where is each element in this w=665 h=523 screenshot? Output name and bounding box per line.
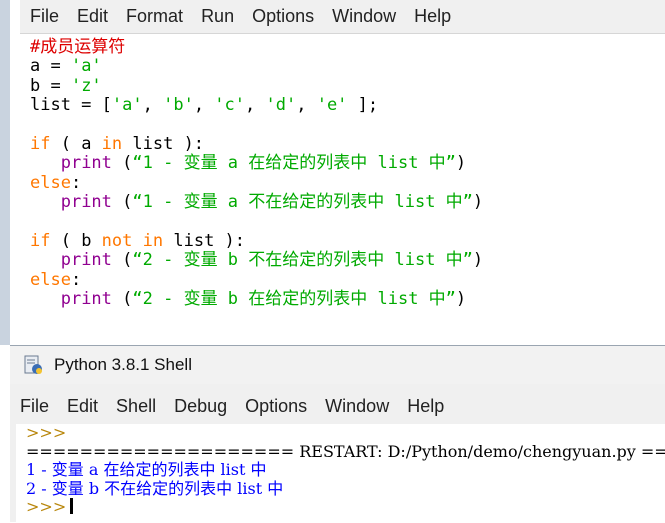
- shell-menu-edit[interactable]: Edit: [67, 396, 98, 417]
- code-punct: ,: [193, 95, 215, 116]
- code-string: “1 - 变量 a 不在给定的列表中 list 中”: [132, 192, 473, 213]
- shell-menu-debug[interactable]: Debug: [174, 396, 227, 417]
- shell-menu-file[interactable]: File: [20, 396, 49, 417]
- code-area[interactable]: #成员运算符 a = 'a' b = 'z' list = ['a', 'b',…: [30, 37, 665, 310]
- menu-file[interactable]: File: [30, 6, 59, 27]
- shell-restart-line: ==================== RESTART: D:/Python/…: [26, 441, 665, 461]
- menu-run[interactable]: Run: [201, 6, 234, 27]
- code-punct: ): [472, 192, 484, 213]
- code-punct: :: [70, 172, 82, 193]
- code-punct: :: [70, 269, 82, 290]
- python-shell-icon: [22, 354, 44, 376]
- code-punct: (: [111, 250, 133, 271]
- code-builtin: print: [60, 153, 112, 174]
- code-string: 'd': [265, 95, 297, 116]
- shell-menu-options[interactable]: Options: [245, 396, 307, 417]
- shell-output[interactable]: >>> ==================== RESTART: D:/Pyt…: [16, 424, 665, 523]
- editor-menubar: File Edit Format Run Options Window Help: [20, 0, 665, 34]
- shell-menu-help[interactable]: Help: [407, 396, 444, 417]
- code-punct: ): [455, 289, 467, 310]
- code-keyword: if: [30, 231, 51, 252]
- code-punct: ,: [296, 95, 317, 116]
- shell-window: Python 3.8.1 Shell File Edit Shell Debug…: [10, 345, 665, 523]
- code-line: ( a: [50, 134, 102, 155]
- code-punct: (: [111, 192, 133, 213]
- code-string: “2 - 变量 b 不在给定的列表中 list 中”: [132, 250, 473, 271]
- shell-titlebar[interactable]: Python 3.8.1 Shell: [10, 346, 665, 384]
- shell-menubar: File Edit Shell Debug Options Window Hel…: [10, 391, 665, 421]
- menu-window[interactable]: Window: [332, 6, 396, 27]
- code-line: a =: [30, 56, 71, 77]
- code-comment: #成员运算符: [30, 37, 126, 57]
- code-line: list ):: [122, 134, 205, 155]
- code-punct: ): [472, 250, 484, 271]
- shell-menu-shell[interactable]: Shell: [116, 396, 156, 417]
- code-string: 'e': [316, 95, 348, 116]
- code-punct: ];: [347, 95, 379, 116]
- code-punct: ,: [245, 95, 266, 116]
- code-line: list = [: [30, 95, 112, 116]
- code-keyword: else: [30, 269, 71, 290]
- code-keyword: if: [30, 134, 51, 155]
- code-keyword: in: [101, 134, 123, 155]
- code-builtin: print: [60, 250, 112, 271]
- text-cursor: [70, 498, 74, 514]
- code-string: 'a': [70, 56, 102, 77]
- code-keyword: else: [30, 172, 71, 193]
- code-builtin: print: [60, 192, 112, 213]
- code-keyword: not: [101, 231, 133, 252]
- code-builtin: print: [60, 289, 112, 310]
- code-keyword: in: [142, 231, 164, 252]
- code-string: 'c': [214, 95, 246, 116]
- code-string: 'a': [111, 95, 143, 116]
- editor-window: File Edit Format Run Options Window Help…: [0, 0, 665, 345]
- shell-prompt: >>>: [26, 497, 67, 516]
- code-line: b =: [30, 75, 71, 96]
- shell-prompt: >>>: [26, 424, 67, 442]
- code-punct: (: [111, 289, 133, 310]
- shell-menu-window[interactable]: Window: [325, 396, 389, 417]
- code-punct: ): [455, 153, 467, 174]
- code-punct: ,: [142, 95, 164, 116]
- shell-title: Python 3.8.1 Shell: [54, 355, 192, 374]
- code-string: “1 - 变量 a 在给定的列表中 list 中”: [132, 153, 456, 174]
- code-line: ( b: [50, 231, 102, 252]
- code-line: list ):: [163, 231, 246, 252]
- code-string: “2 - 变量 b 在给定的列表中 list 中”: [132, 289, 456, 310]
- code-punct: (: [111, 153, 133, 174]
- code-string: 'b': [163, 95, 194, 116]
- shell-output-line: 2 - 变量 b 不在给定的列表中 list 中: [26, 478, 284, 498]
- menu-format[interactable]: Format: [126, 6, 183, 27]
- shell-output-line: 1 - 变量 a 在给定的列表中 list 中: [26, 460, 267, 479]
- menu-edit[interactable]: Edit: [77, 6, 108, 27]
- code-string: 'z': [70, 75, 102, 96]
- menu-help[interactable]: Help: [414, 6, 451, 27]
- menu-options[interactable]: Options: [252, 6, 314, 27]
